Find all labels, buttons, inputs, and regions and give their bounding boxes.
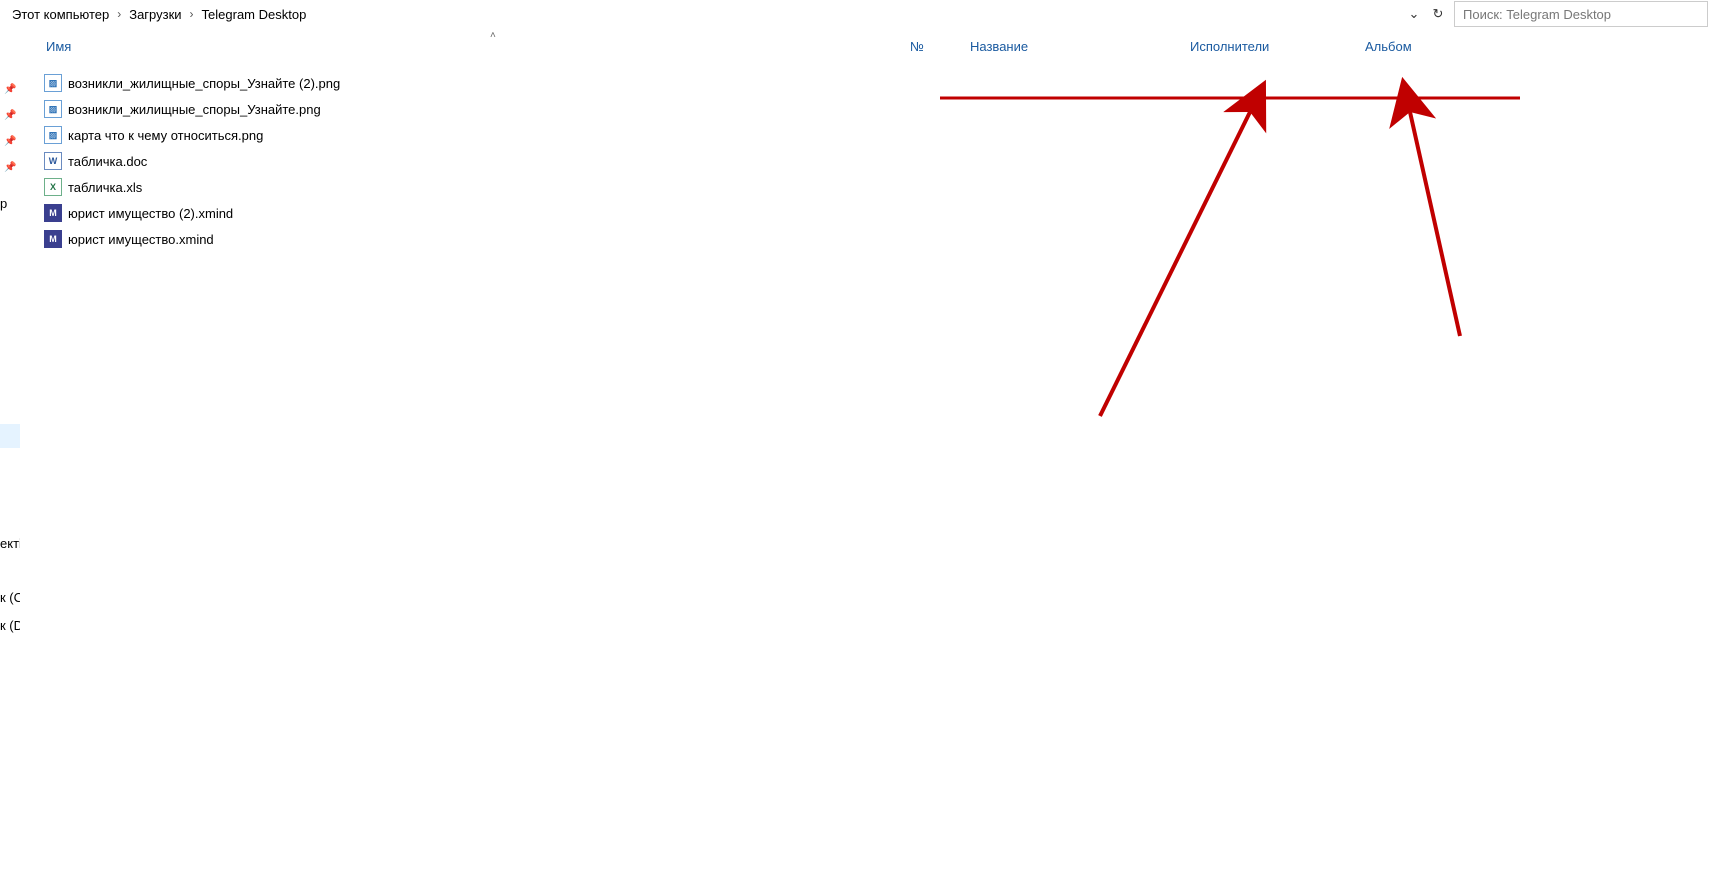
nav-fragment: р: [0, 196, 7, 211]
image-file-icon: ▨: [44, 100, 62, 118]
file-name: табличка.doc: [68, 154, 147, 169]
file-name: возникли_жилищные_споры_Узнайте.png: [68, 102, 321, 117]
address-dropdown-button[interactable]: ⌄: [1402, 2, 1426, 26]
nav-fragment: к (D: [0, 618, 20, 633]
pin-icon: 📌: [4, 136, 16, 147]
file-row[interactable]: M юрист имущество (2).xmind: [44, 200, 340, 226]
search-input[interactable]: [1461, 6, 1701, 23]
file-row[interactable]: ▨ карта что к чему относиться.png: [44, 122, 340, 148]
breadcrumb-item-0[interactable]: Этот компьютер: [8, 7, 113, 22]
chevron-down-icon: ⌄: [1409, 6, 1420, 22]
column-header-artists[interactable]: Исполнители: [1180, 28, 1355, 64]
column-headers: ˄ Имя № Название Исполнители Альбом: [20, 28, 1712, 64]
file-row[interactable]: ▨ возникли_жилищные_споры_Узнайте.png: [44, 96, 340, 122]
file-list-pane: ˄ Имя № Название Исполнители Альбом ▨ во…: [20, 28, 1712, 875]
pin-icon: 📌: [4, 84, 16, 95]
file-row[interactable]: X табличка.xls: [44, 174, 340, 200]
file-list: ▨ возникли_жилищные_споры_Узнайте (2).pn…: [44, 70, 340, 252]
column-header-name[interactable]: Имя: [20, 28, 900, 64]
file-row[interactable]: W табличка.doc: [44, 148, 340, 174]
file-name: возникли_жилищные_споры_Узнайте (2).png: [68, 76, 340, 91]
file-name: юрист имущество (2).xmind: [68, 206, 233, 221]
column-header-number[interactable]: №: [900, 28, 960, 64]
annotation-arrow: [1100, 112, 1250, 416]
refresh-icon: ↻: [1433, 6, 1444, 22]
image-file-icon: ▨: [44, 126, 62, 144]
column-header-album[interactable]: Альбом: [1355, 28, 1515, 64]
refresh-button[interactable]: ↻: [1426, 2, 1450, 26]
search-field[interactable]: [1454, 1, 1708, 27]
word-file-icon: W: [44, 152, 62, 170]
file-row[interactable]: ▨ возникли_жилищные_споры_Узнайте (2).pn…: [44, 70, 340, 96]
sort-indicator-icon: ˄: [490, 30, 496, 41]
file-name: юрист имущество.xmind: [68, 232, 214, 247]
file-name: табличка.xls: [68, 180, 142, 195]
nav-fragment: к (С: [0, 590, 20, 605]
file-row[interactable]: M юрист имущество.xmind: [44, 226, 340, 252]
chevron-right-icon: ›: [113, 7, 125, 21]
nav-selection-highlight: [0, 424, 20, 448]
nav-pane-cropped: 📌 📌 📌 📌 р екті к (С к (D: [0, 28, 20, 875]
annotation-arrow: [1410, 112, 1460, 336]
xmind-file-icon: M: [44, 230, 62, 248]
xmind-file-icon: M: [44, 204, 62, 222]
address-bar: Этот компьютер › Загрузки › Telegram Des…: [0, 0, 1712, 28]
column-header-title[interactable]: Название: [960, 28, 1180, 64]
address-controls: ⌄ ↻: [1402, 0, 1712, 28]
file-name: карта что к чему относиться.png: [68, 128, 263, 143]
pin-icon: 📌: [4, 110, 16, 121]
breadcrumb-item-2[interactable]: Telegram Desktop: [198, 7, 311, 22]
breadcrumb-item-1[interactable]: Загрузки: [125, 7, 185, 22]
image-file-icon: ▨: [44, 74, 62, 92]
pin-icon: 📌: [4, 162, 16, 173]
excel-file-icon: X: [44, 178, 62, 196]
nav-fragment: екті: [0, 536, 20, 551]
breadcrumb[interactable]: Этот компьютер › Загрузки › Telegram Des…: [0, 0, 1402, 28]
chevron-right-icon: ›: [186, 7, 198, 21]
